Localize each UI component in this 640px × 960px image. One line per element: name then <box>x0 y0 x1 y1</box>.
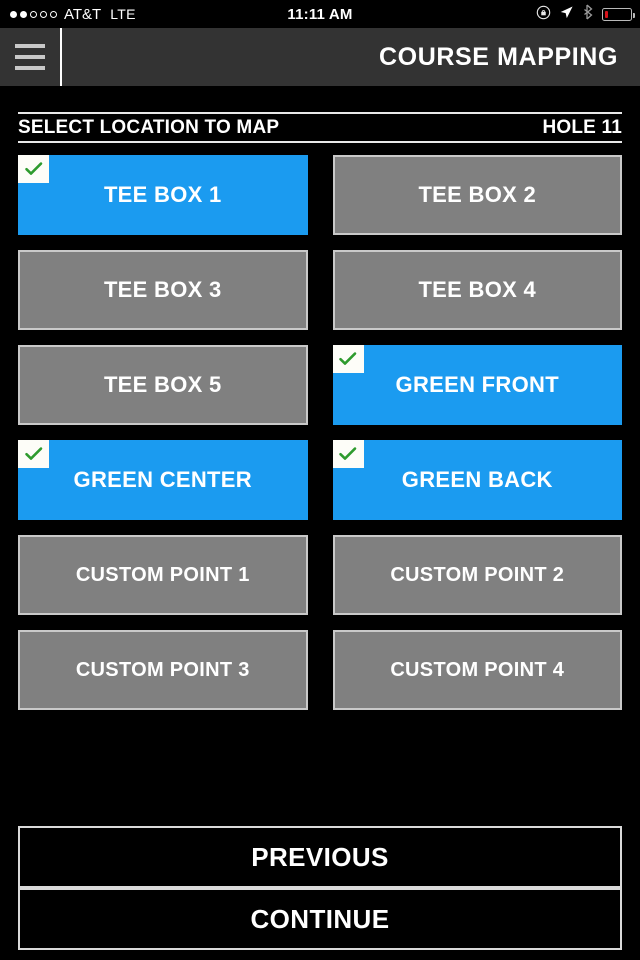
location-button[interactable]: GREEN FRONT <box>332 345 622 425</box>
location-button[interactable]: TEE BOX 1 <box>18 155 308 235</box>
signal-dot <box>30 10 37 18</box>
location-button-label: CUSTOM POINT 1 <box>75 563 250 586</box>
location-button[interactable]: CUSTOM POINT 1 <box>18 535 308 615</box>
location-button[interactable]: GREEN CENTER <box>18 440 308 520</box>
status-bar-left: AT&T LTE <box>0 6 136 23</box>
footer-navigation: PREVIOUS CONTINUE <box>18 826 622 950</box>
rotation-lock-icon <box>536 5 551 24</box>
continue-button[interactable]: CONTINUE <box>18 888 622 950</box>
location-button-label: GREEN BACK <box>401 467 553 492</box>
location-button[interactable]: CUSTOM POINT 4 <box>332 630 622 710</box>
page-title: COURSE MAPPING <box>379 42 618 71</box>
location-arrow-icon <box>559 5 574 24</box>
previous-button[interactable]: PREVIOUS <box>18 826 622 888</box>
location-button[interactable]: TEE BOX 3 <box>18 250 308 330</box>
hamburger-bar <box>15 44 45 48</box>
bluetooth-icon <box>582 4 594 24</box>
hamburger-bar <box>15 66 45 70</box>
check-icon <box>18 440 49 468</box>
location-button[interactable]: CUSTOM POINT 2 <box>332 535 622 615</box>
status-bar-right <box>536 4 640 24</box>
location-button-label: TEE BOX 5 <box>103 372 222 397</box>
location-button-label: GREEN CENTER <box>73 467 252 492</box>
instruction-label: SELECT LOCATION TO MAP <box>18 116 280 138</box>
check-icon <box>332 345 364 373</box>
battery-fill <box>604 10 609 18</box>
status-bar: AT&T LTE 11:11 AM <box>0 0 640 28</box>
signal-dot <box>20 10 27 18</box>
signal-dot <box>50 10 57 18</box>
location-button[interactable]: TEE BOX 4 <box>332 250 622 330</box>
signal-dot <box>40 10 47 18</box>
battery-icon <box>602 7 635 21</box>
check-icon <box>18 155 49 183</box>
check-icon <box>332 440 364 468</box>
location-button[interactable]: TEE BOX 5 <box>18 345 308 425</box>
signal-strength-dots <box>10 10 57 18</box>
location-button-label: CUSTOM POINT 2 <box>390 563 565 586</box>
subheader-bar: SELECT LOCATION TO MAP HOLE 11 <box>18 112 622 143</box>
location-button[interactable]: CUSTOM POINT 3 <box>18 630 308 710</box>
location-button-label: GREEN FRONT <box>395 372 559 397</box>
location-button-grid: TEE BOX 1 TEE BOX 2 TEE BOX 3 TEE BOX 4 TEE … <box>18 155 622 710</box>
hamburger-menu-icon[interactable] <box>0 28 60 86</box>
location-button-label: TEE BOX 2 <box>418 182 537 207</box>
location-button[interactable]: TEE BOX 2 <box>332 155 622 235</box>
location-button-label: CUSTOM POINT 4 <box>390 658 565 681</box>
hole-number-label: HOLE 11 <box>542 116 622 138</box>
carrier-label: AT&T <box>64 5 102 23</box>
location-button-label: TEE BOX 4 <box>418 277 537 302</box>
location-button-label: CUSTOM POINT 3 <box>75 658 250 681</box>
signal-dot <box>10 10 17 18</box>
location-button-label: TEE BOX 3 <box>103 277 222 302</box>
app-header: COURSE MAPPING <box>0 28 640 86</box>
network-type-label: LTE <box>110 6 136 22</box>
hamburger-bar <box>15 55 45 59</box>
location-button[interactable]: GREEN BACK <box>332 440 622 520</box>
location-button-label: TEE BOX 1 <box>103 182 222 207</box>
